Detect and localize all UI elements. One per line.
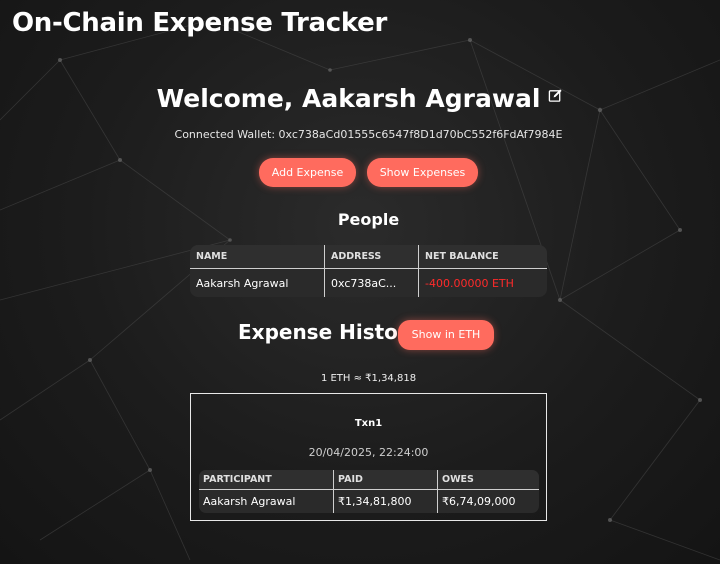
participant-name: Aakarsh Agrawal xyxy=(203,495,296,508)
column-header-paid: PAID xyxy=(333,470,437,490)
people-header-row: NAME ADDRESS NET BALANCE xyxy=(190,245,547,269)
welcome-heading: Welcome, Aakarsh Agrawal xyxy=(0,84,720,113)
eth-rate: 1 ETH ≈ ₹1,34,818 xyxy=(320,373,417,384)
column-header-owes: OWES xyxy=(437,470,539,490)
transaction-header-row: PARTICIPANT PAID OWES xyxy=(199,470,539,490)
transaction-name: Txn1 xyxy=(354,418,383,429)
show-in-eth-button[interactable]: Show in ETH xyxy=(398,320,494,350)
welcome-text: Welcome, Aakarsh Agrawal xyxy=(156,84,541,113)
transaction-table: PARTICIPANT PAID OWES Aakarsh Agrawal ₹1… xyxy=(199,470,539,513)
show-expenses-button[interactable]: Show Expenses xyxy=(367,158,478,187)
person-address: 0xc738aC... xyxy=(324,269,418,297)
connected-wallet: Connected Wallet: 0xc738aCd01555c6547f8D… xyxy=(174,128,563,141)
people-heading: People xyxy=(337,210,400,229)
transaction-card: Txn1 20/04/2025, 22:24:00 PARTICIPANT PA… xyxy=(190,393,547,521)
people-table: NAME ADDRESS NET BALANCE Aakarsh Agrawal… xyxy=(190,245,547,297)
person-net-balance: -400.00000 ETH xyxy=(418,269,547,297)
participant-owes: ₹6,74,09,000 xyxy=(437,490,539,513)
transaction-date: 20/04/2025, 22:24:00 xyxy=(308,446,429,459)
participant-paid: ₹1,34,81,800 xyxy=(333,490,437,513)
expense-history-heading: Expense History xyxy=(238,320,421,344)
table-row: Aakarsh Agrawal ₹1,34,81,800 ₹6,74,09,00… xyxy=(199,490,539,513)
edit-icon[interactable] xyxy=(548,88,563,103)
add-expense-button[interactable]: Add Expense xyxy=(259,158,356,187)
table-row: Aakarsh Agrawal 0xc738aC... -400.00000 E… xyxy=(190,269,547,297)
person-name: Aakarsh Agrawal xyxy=(196,276,289,290)
app-title: On-Chain Expense Tracker xyxy=(12,8,387,38)
column-header-participant: PARTICIPANT xyxy=(199,470,333,490)
column-header-net-balance: NET BALANCE xyxy=(418,245,547,269)
column-header-name: NAME xyxy=(190,245,324,269)
column-header-address: ADDRESS xyxy=(324,245,418,269)
